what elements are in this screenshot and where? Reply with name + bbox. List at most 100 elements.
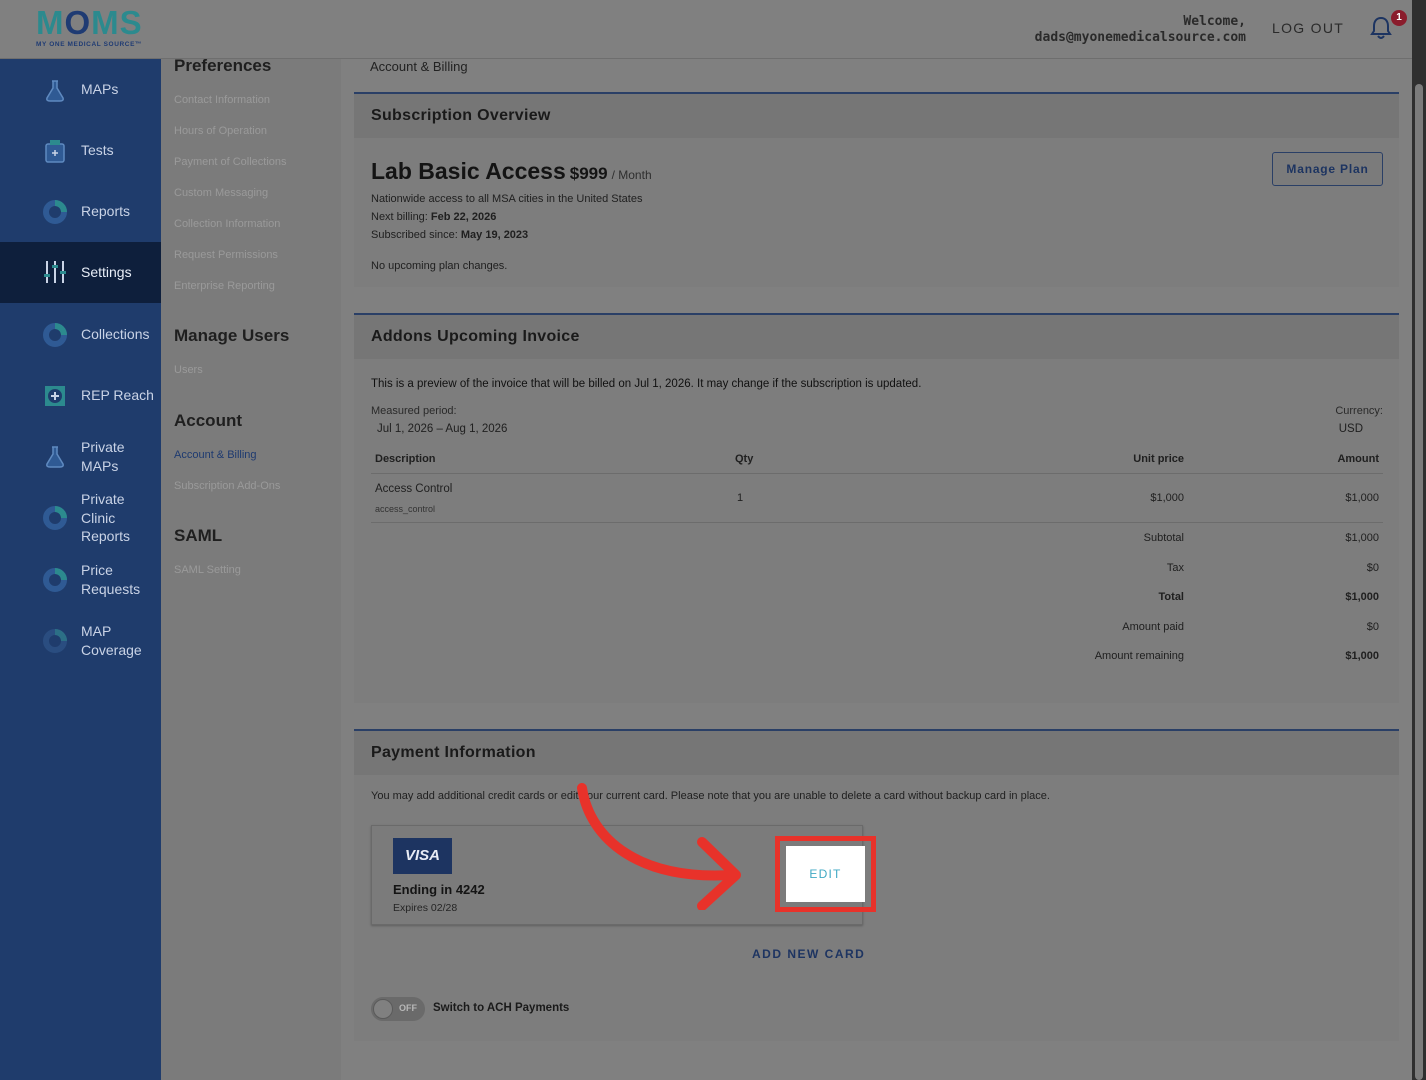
sidebar-item-settings[interactable]: Settings: [0, 242, 161, 303]
column-header-amount: Amount: [1337, 453, 1379, 465]
user-email: dads@myonemedicalsource.com: [1034, 30, 1246, 45]
subnav-link-custom-messaging[interactable]: Custom Messaging: [174, 187, 268, 199]
table-divider: [371, 522, 1383, 523]
sidebar-item-price-requests[interactable]: Price Requests: [0, 560, 161, 600]
row-qty: 1: [737, 492, 744, 504]
row-description: Access Control: [375, 483, 453, 495]
plan-name: Lab Basic Access: [371, 158, 566, 184]
sidebar-item-private-maps[interactable]: Private MAPs: [0, 437, 161, 477]
sidebar-item-rep-reach[interactable]: REP Reach: [0, 379, 161, 411]
main-sidebar: MAPs Tests Reports Settings Collections …: [0, 59, 161, 1080]
column-header-unit-price: Unit price: [1133, 453, 1184, 465]
card-heading: Addons Upcoming Invoice: [354, 315, 1399, 359]
payment-note: You may add additional credit cards or e…: [371, 790, 1050, 802]
donut-chart-icon: [43, 629, 67, 653]
subnav-link-request-permissions[interactable]: Request Permissions: [174, 249, 278, 261]
column-header-qty: Qty: [735, 453, 754, 465]
heart-icon: O: [64, 4, 92, 41]
manage-plan-button[interactable]: Manage Plan: [1272, 152, 1383, 186]
add-new-card-button[interactable]: ADD NEW CARD: [752, 947, 865, 961]
row-code: access_control: [375, 504, 436, 514]
subnav-heading-manage-users: Manage Users: [174, 326, 290, 345]
flask-icon: [46, 446, 64, 468]
subnav-link-hours-of-operation[interactable]: Hours of Operation: [174, 125, 267, 137]
sidebar-item-label: REP Reach: [81, 387, 154, 403]
main-content: Account & Billing Subscription Overview …: [341, 59, 1412, 1080]
logo-wordmark: MOMS: [36, 4, 143, 41]
flask-icon: [46, 80, 64, 102]
visa-logo-icon: VISA: [393, 838, 452, 874]
subnav-heading-saml: SAML: [174, 526, 223, 545]
card-heading: Payment Information: [354, 731, 1399, 775]
ach-toggle[interactable]: OFF: [371, 997, 425, 1021]
row-unit-price: $1,000: [1150, 492, 1184, 504]
payment-information-card: Payment Information You may add addition…: [354, 729, 1399, 1041]
sidebar-item-maps[interactable]: MAPs: [0, 73, 161, 105]
plan-period: / Month: [611, 168, 652, 182]
subnav-heading-account: Account: [174, 411, 242, 430]
settings-subnav: Preferences Contact Information Hours of…: [161, 56, 341, 1080]
plus-box-icon: [45, 386, 65, 406]
row-amount: $1,000: [1345, 492, 1379, 504]
sidebar-item-label: Private MAPs: [81, 439, 125, 474]
subnav-link-saml-setting[interactable]: SAML Setting: [174, 564, 241, 576]
subnav-link-users[interactable]: Users: [174, 364, 203, 376]
sidebar-item-label: Price Requests: [81, 562, 141, 597]
subnav-link-account-billing[interactable]: Account & Billing: [174, 449, 257, 461]
measured-period: Jul 1, 2026 – Aug 1, 2026: [377, 423, 508, 435]
subnav-link-contact-information[interactable]: Contact Information: [174, 94, 270, 106]
table-divider: [371, 473, 1383, 474]
currency-value: USD: [1338, 423, 1363, 435]
subnav-link-enterprise-reporting[interactable]: Enterprise Reporting: [174, 280, 275, 292]
plan-description: Nationwide access to all MSA cities in t…: [371, 193, 643, 205]
donut-chart-icon: [43, 200, 67, 224]
next-billing: Next billing: Feb 22, 2026: [371, 211, 497, 223]
invoice-preview-note: This is a preview of the invoice that wi…: [371, 378, 922, 390]
plan-changes: No upcoming plan changes.: [371, 260, 508, 272]
sidebar-item-tests[interactable]: Tests: [0, 134, 161, 166]
card-heading: Subscription Overview: [354, 94, 1399, 138]
subnav-link-subscription-add-ons[interactable]: Subscription Add-Ons: [174, 480, 280, 492]
donut-chart-icon: [43, 506, 67, 530]
breadcrumb: Account & Billing: [370, 59, 468, 74]
scrollbar-thumb[interactable]: [1415, 84, 1423, 1080]
subnav-heading-preferences: Preferences: [174, 56, 272, 75]
subnav-link-payment-of-collections[interactable]: Payment of Collections: [174, 156, 287, 168]
logo-tagline: MY ONE MEDICAL SOURCE™: [36, 41, 143, 48]
sidebar-item-collections[interactable]: Collections: [0, 318, 161, 350]
top-header: MOMS MY ONE MEDICAL SOURCE™ Welcome, dad…: [0, 0, 1412, 59]
welcome-label: Welcome,: [1183, 14, 1246, 29]
page-scrollbar[interactable]: [1412, 0, 1426, 1080]
subnav-link-collection-information[interactable]: Collection Information: [174, 218, 280, 230]
addons-invoice-card: Addons Upcoming Invoice This is a previe…: [354, 313, 1399, 703]
toggle-state: OFF: [399, 1003, 417, 1013]
column-header-description: Description: [375, 453, 436, 465]
sidebar-item-label: Tests: [81, 142, 114, 158]
donut-chart-icon: [43, 568, 67, 592]
saved-card: VISA Ending in 4242 Expires 02/28 EDIT: [371, 825, 876, 925]
sidebar-item-label: Collections: [81, 326, 150, 342]
logout-button[interactable]: LOG OUT: [1272, 20, 1344, 36]
donut-chart-icon: [43, 323, 67, 347]
plan-title: Lab Basic Access $999/ Month: [371, 158, 652, 185]
measured-period-label: Measured period:: [371, 405, 457, 417]
test-kit-icon: [45, 140, 65, 163]
sidebar-item-map-coverage[interactable]: MAP Coverage: [0, 621, 161, 661]
currency-label: Currency:: [1335, 405, 1383, 417]
bell-icon[interactable]: [1370, 16, 1392, 40]
sidebar-item-reports[interactable]: Reports: [0, 195, 161, 227]
subscribed-since: Subscribed since: May 19, 2023: [371, 229, 529, 241]
edit-card-button[interactable]: EDIT: [786, 846, 865, 902]
welcome-block: Welcome, dads@myonemedicalsource.com: [1035, 14, 1246, 46]
plan-price: $999: [569, 164, 608, 183]
card-ending: Ending in 4242: [393, 882, 485, 897]
sidebar-item-label: Private Clinic Reports: [81, 491, 131, 544]
sidebar-item-label: Settings: [81, 264, 132, 280]
ach-toggle-label: Switch to ACH Payments: [433, 1002, 570, 1014]
toggle-knob: [373, 999, 393, 1019]
moms-logo[interactable]: MOMS MY ONE MEDICAL SOURCE™: [36, 4, 143, 49]
subscription-overview-card: Subscription Overview Lab Basic Access $9…: [354, 92, 1399, 287]
sidebar-item-label: Reports: [81, 203, 131, 219]
sidebar-item-label: MAP Coverage: [81, 623, 142, 658]
sidebar-item-private-clinic-reports[interactable]: Private Clinic Reports: [0, 489, 161, 547]
